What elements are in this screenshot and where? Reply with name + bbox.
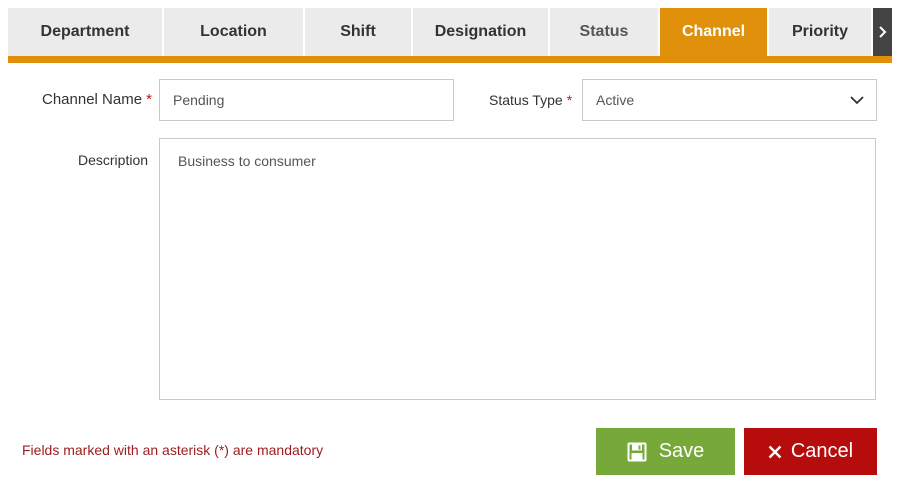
- required-marker: *: [566, 92, 573, 108]
- description-textarea[interactable]: Business to consumer: [159, 138, 876, 400]
- channel-name-value: Pending: [173, 92, 225, 108]
- save-icon: [627, 442, 647, 461]
- status-type-label-row: Status Type *: [489, 92, 572, 108]
- tab-designation[interactable]: Designation: [413, 8, 548, 56]
- close-icon: [768, 445, 782, 458]
- save-button-label: Save: [658, 440, 705, 462]
- status-type-value: Active: [596, 92, 635, 108]
- description-label: Description: [78, 152, 149, 168]
- tab-priority[interactable]: Priority: [769, 8, 871, 56]
- cancel-button[interactable]: Cancel: [744, 428, 877, 475]
- tab-shift[interactable]: Shift: [305, 8, 411, 56]
- tabs-scroll-right-button[interactable]: [873, 8, 892, 56]
- required-marker: *: [146, 91, 152, 108]
- mandatory-note: Fields marked with an asterisk (*) are m…: [22, 442, 324, 458]
- tab-status[interactable]: Status: [550, 8, 658, 56]
- save-button[interactable]: Save: [596, 428, 735, 475]
- tab-bar: Department Location Shift Designation St…: [8, 8, 892, 56]
- active-tab-underline: [8, 56, 892, 63]
- chevron-down-icon: [850, 96, 864, 105]
- tab-department[interactable]: Department: [8, 8, 162, 56]
- cancel-button-label: Cancel: [790, 440, 854, 462]
- tab-channel[interactable]: Channel: [660, 8, 767, 56]
- channel-name-label-row: Channel Name *: [42, 91, 152, 108]
- description-value: Business to consumer: [178, 153, 316, 169]
- status-type-select[interactable]: Active: [582, 79, 877, 121]
- channel-name-label: Channel Name: [42, 91, 143, 108]
- chevron-right-icon: [879, 26, 887, 38]
- tab-location[interactable]: Location: [164, 8, 303, 56]
- status-type-label: Status Type: [489, 92, 563, 108]
- channel-name-input[interactable]: Pending: [159, 79, 454, 121]
